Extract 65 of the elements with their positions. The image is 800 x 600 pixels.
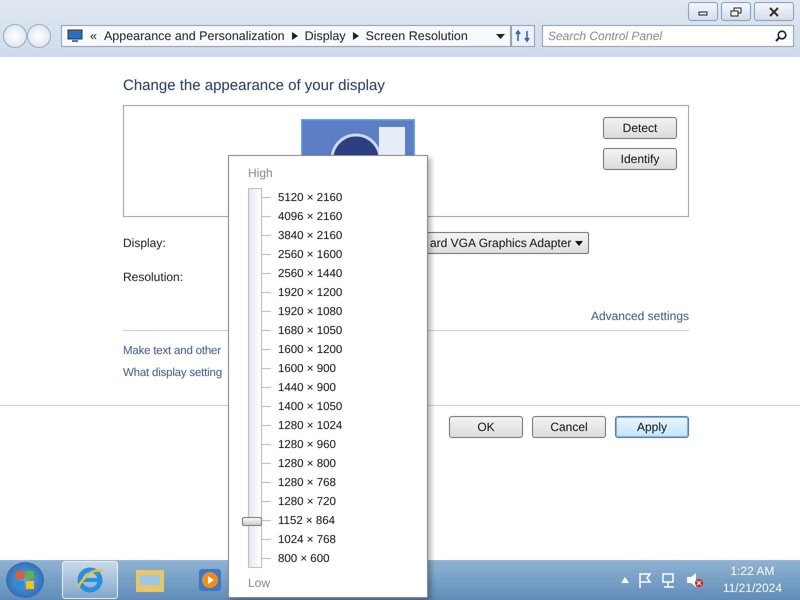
overflow-chevron[interactable]: « bbox=[90, 29, 97, 43]
breadcrumb[interactable]: Screen Resolution bbox=[366, 29, 468, 43]
start-button[interactable] bbox=[6, 562, 44, 598]
separator-arrow-icon bbox=[292, 32, 298, 40]
help-link[interactable]: What display setting bbox=[123, 367, 222, 379]
advanced-settings-link[interactable]: Advanced settings bbox=[590, 309, 689, 323]
dialog-button[interactable]: Cancel bbox=[532, 416, 606, 438]
preview-button[interactable]: Identify bbox=[603, 148, 677, 170]
resolution-option[interactable]: 1280 × 1024 bbox=[278, 420, 342, 432]
address-bar[interactable]: « Appearance and Personalization Display Screen Resolution bbox=[61, 25, 511, 47]
resolution-option[interactable]: 1280 × 960 bbox=[278, 438, 336, 450]
back-button[interactable] bbox=[3, 24, 27, 48]
close-icon bbox=[768, 6, 780, 16]
search-field[interactable]: Search Control Panel bbox=[542, 25, 794, 47]
restore-button[interactable] bbox=[721, 2, 751, 21]
folder-icon bbox=[135, 567, 165, 593]
resolution-slider[interactable] bbox=[242, 188, 262, 568]
resolution-option[interactable]: 1152 × 864 bbox=[278, 514, 336, 526]
page-heading: Change the appearance of your display bbox=[123, 77, 386, 94]
restore-icon bbox=[730, 6, 742, 16]
high-label: High bbox=[248, 166, 273, 180]
resolution-option[interactable]: 1280 × 720 bbox=[278, 496, 336, 508]
display-label: Display: bbox=[123, 236, 167, 250]
resolution-option[interactable]: 5120 × 2160 bbox=[278, 192, 342, 204]
resolution-option[interactable]: 1680 × 1050 bbox=[278, 324, 342, 336]
resolution-option[interactable]: 1600 × 1200 bbox=[278, 344, 342, 356]
minimize-button[interactable] bbox=[688, 2, 718, 21]
media-player-icon bbox=[198, 568, 222, 592]
dialog-button[interactable]: Apply bbox=[615, 416, 689, 438]
resolution-option[interactable]: 3840 × 2160 bbox=[278, 230, 342, 242]
monitor-icon bbox=[67, 29, 83, 43]
network-icon[interactable] bbox=[660, 572, 677, 588]
dropdown-arrow-icon[interactable] bbox=[496, 34, 505, 38]
muted-speaker-icon[interactable] bbox=[686, 572, 704, 588]
search-icon[interactable] bbox=[775, 30, 787, 42]
flag-icon[interactable] bbox=[638, 572, 652, 588]
resolution-option[interactable]: 1920 × 1080 bbox=[278, 306, 342, 318]
refresh-arrows-icon bbox=[515, 29, 531, 43]
help-link[interactable]: Make text and other bbox=[123, 345, 221, 357]
resolution-option[interactable]: 1024 × 768 bbox=[278, 534, 336, 546]
dropdown-arrow-icon bbox=[575, 240, 583, 246]
resolution-option[interactable]: 1280 × 768 bbox=[278, 476, 336, 488]
refresh-button[interactable] bbox=[511, 25, 535, 47]
preview-button[interactable]: Detect bbox=[603, 117, 677, 139]
slider-thumb[interactable] bbox=[242, 516, 262, 526]
resolution-option[interactable]: 800 × 600 bbox=[278, 552, 330, 564]
breadcrumb[interactable]: Appearance and Personalization bbox=[104, 29, 285, 43]
low-label: Low bbox=[248, 576, 270, 590]
forward-button[interactable] bbox=[27, 24, 51, 48]
dialog-button[interactable]: OK bbox=[449, 416, 523, 438]
resolution-option[interactable]: 1600 × 900 bbox=[278, 362, 336, 374]
resolution-option[interactable]: 1400 × 1050 bbox=[278, 400, 342, 412]
resolution-option[interactable]: 4096 × 2160 bbox=[278, 210, 342, 222]
resolution-option[interactable]: 2560 × 1600 bbox=[278, 248, 342, 260]
resolution-label: Resolution: bbox=[123, 270, 184, 284]
close-button[interactable] bbox=[754, 2, 794, 21]
taskbar-button[interactable] bbox=[62, 561, 118, 599]
resolution-option[interactable]: 1280 × 800 bbox=[278, 458, 336, 470]
breadcrumb[interactable]: Display bbox=[304, 29, 346, 43]
show-hidden-icons-arrow-icon[interactable] bbox=[620, 577, 629, 583]
resolution-option[interactable]: 2560 × 1440 bbox=[278, 268, 342, 280]
browser-e-icon bbox=[75, 565, 105, 595]
resolution-option[interactable]: 1920 × 1200 bbox=[278, 286, 342, 298]
resolution-option[interactable]: 1440 × 900 bbox=[278, 382, 336, 394]
separator-arrow-icon bbox=[352, 32, 359, 40]
